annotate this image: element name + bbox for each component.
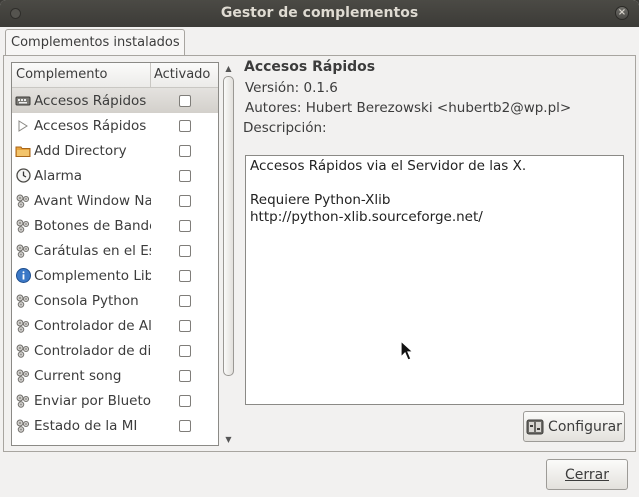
enabled-checkbox[interactable] [179,145,191,157]
plugin-rows: Accesos Rápidos Accesos Rápidos de Add Dir… [12,88,218,438]
plugin-list-scrollbar[interactable]: ▲ ▼ [222,62,235,446]
plugin-icon [15,418,31,434]
description-label: Descripción: [243,120,327,136]
list-item[interactable]: Avant Window Navigator [12,188,218,213]
plugin-name: Accesos Rápidos de [34,117,151,134]
enabled-checkbox[interactable] [179,420,191,432]
scroll-up-arrow-icon[interactable]: ▲ [222,62,235,75]
plugin-name: Accesos Rápidos [34,92,147,109]
enabled-checkbox[interactable] [179,170,191,182]
list-item[interactable]: Botones de Bandeja [12,213,218,238]
list-item[interactable]: Enviar por Bluetooth [12,388,218,413]
list-item[interactable]: Add Directory [12,138,218,163]
plugin-authors: Autores: Hubert Berezowski <hubertb2@wp.… [245,100,572,116]
list-header: Complemento Activado [12,63,218,88]
list-item[interactable]: Controlador de Alarmas [12,313,218,338]
list-item[interactable]: Alarma [12,163,218,188]
plugin-name: Alarma [34,167,82,184]
plugin-name: Current song [34,367,122,384]
plugin-version: Versión: 0.1.6 [245,80,338,96]
plugin-name: Botones de Bandeja [34,217,151,234]
plugin-name: Controlador de Alarmas [34,317,151,334]
configure-label: Configurar [548,418,622,435]
plugin-name: Consola Python [34,292,139,309]
window-title: Gestor de complementos [220,5,419,21]
plugin-icon [15,243,31,259]
plugin-icon [15,193,31,209]
title-bar: Gestor de complementos × [0,0,639,27]
plugin-name: Complemento Libre [34,267,151,284]
play-icon [15,118,31,134]
enabled-checkbox[interactable] [179,95,191,107]
plugin-name: Avant Window Navigator [34,192,151,209]
list-item[interactable]: Controlador de dispositivos [12,338,218,363]
plugin-icon [15,393,31,409]
plugin-icon [15,218,31,234]
list-item[interactable]: Consola Python [12,288,218,313]
folder-icon [15,143,31,159]
plugin-icon [15,368,31,384]
keyboard-icon [15,93,31,109]
list-item[interactable]: Accesos Rápidos de [12,113,218,138]
plugin-name: Carátulas en el Escritorio [34,242,151,259]
enabled-checkbox[interactable] [179,270,191,282]
plugin-icon [15,318,31,334]
window-menu-button[interactable] [10,8,21,19]
enabled-checkbox[interactable] [179,345,191,357]
enabled-checkbox[interactable] [179,295,191,307]
plugin-name: Controlador de dispositivos [34,342,151,359]
enabled-checkbox[interactable] [179,220,191,232]
enabled-checkbox[interactable] [179,195,191,207]
mouse-pointer-icon [400,340,415,361]
list-item[interactable]: Complemento Libre [12,263,218,288]
list-item[interactable]: Estado de la MI [12,413,218,438]
plugin-icon [15,343,31,359]
plugin-name: Estado de la MI [34,417,138,434]
configure-icon [526,419,544,434]
scrollbar-thumb[interactable] [223,76,234,376]
scroll-down-arrow-icon[interactable]: ▼ [222,433,235,446]
plugin-icon [15,293,31,309]
info-icon [15,268,31,284]
plugin-name: Enviar por Bluetooth [34,392,151,409]
plugin-title: Accesos Rápidos [244,59,376,75]
column-header-plugin[interactable]: Complemento [12,63,151,87]
column-header-enabled[interactable]: Activado [151,63,218,87]
plugin-manager-window: Gestor de complementos × Complementos in… [0,0,639,497]
list-item[interactable]: Current song [12,363,218,388]
enabled-checkbox[interactable] [179,245,191,257]
plugin-list[interactable]: Complemento Activado Accesos Rápidos Acce… [11,62,219,446]
close-button[interactable]: Cerrar [546,459,628,490]
enabled-checkbox[interactable] [179,370,191,382]
clock-icon [15,168,31,184]
description-text: Accesos Rápidos via el Servidor de las X… [245,155,624,405]
list-item[interactable]: Accesos Rápidos [12,88,218,113]
window-close-button[interactable]: × [615,6,629,20]
enabled-checkbox[interactable] [179,320,191,332]
tab-installed-plugins[interactable]: Complementos instalados [5,29,185,56]
enabled-checkbox[interactable] [179,120,191,132]
plugin-name: Add Directory [34,142,127,159]
enabled-checkbox[interactable] [179,395,191,407]
list-item[interactable]: Carátulas en el Escritorio [12,238,218,263]
configure-button[interactable]: Configurar [523,411,625,442]
close-label: Cerrar [565,466,609,483]
